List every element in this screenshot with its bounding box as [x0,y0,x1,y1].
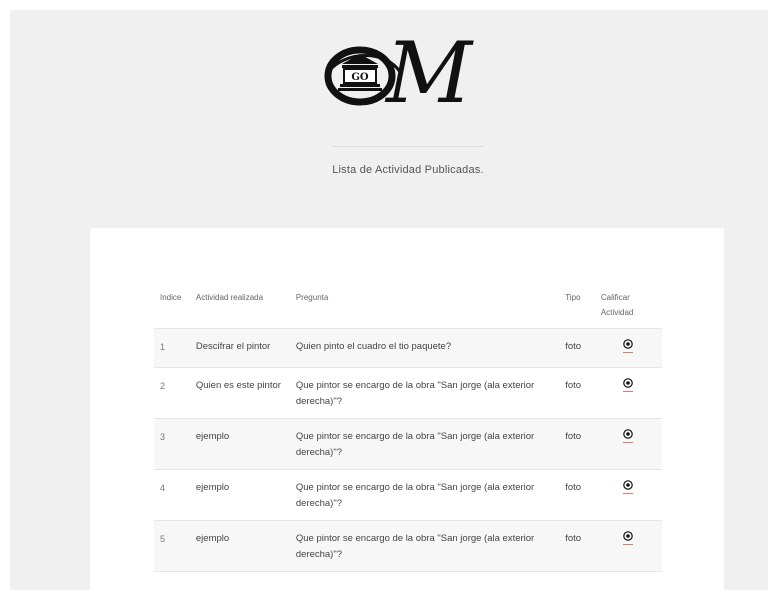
activities-card: Indice Actividad realizada Pregunta Tipo… [90,228,724,600]
logo-letter: M [384,24,474,120]
row-type: foto [559,418,595,470]
column-header-index: Indice [160,293,182,302]
row-activity: ejemplo [189,469,290,521]
row-activity: ejemplo [189,418,290,470]
row-index: 1 [154,328,190,368]
row-activity: Descifrar el pintor [189,328,290,368]
header-divider [332,146,484,147]
row-rate-cell [594,520,662,572]
eye-icon[interactable] [623,531,634,545]
row-index: 4 [154,469,190,521]
row-rate-cell [594,469,662,521]
logo-badge: GO [351,72,369,83]
page-background: GO M Lista de Actividad Publicadas. Indi… [10,10,768,600]
eye-icon[interactable] [623,378,634,392]
row-rate-cell [594,367,662,419]
table-row: 3 ejemplo Que pintor se encargo de la ob… [154,418,662,470]
table-row: 2 Quien es este pintor Que pintor se enc… [154,367,662,419]
row-activity: Quien es este pintor [189,367,290,419]
row-index: 5 [154,520,190,572]
column-header-type: Tipo [565,293,581,302]
column-header-rate: Calificar Actividad [600,293,634,317]
row-question: Que pintor se encargo de la obra "San jo… [289,520,560,572]
row-question: Que pintor se encargo de la obra "San jo… [289,418,560,470]
eye-icon[interactable] [623,339,634,353]
column-header-activity: Actividad realizada [195,293,264,302]
row-rate-cell [594,418,662,470]
activities-table: Indice Actividad realizada Pregunta Tipo… [154,290,662,572]
row-index: 2 [154,367,190,419]
row-activity: ejemplo [189,520,290,572]
table-row: 1 Descifrar el pintor Quien pinto el cua… [154,328,662,368]
row-type: foto [559,469,595,521]
column-header-question: Pregunta [295,293,329,302]
row-type: foto [559,367,595,419]
row-type: foto [559,328,595,368]
eye-icon[interactable] [623,429,634,443]
row-question: Que pintor se encargo de la obra "San jo… [289,469,560,521]
table-row: 5 ejemplo Que pintor se encargo de la ob… [154,520,662,572]
row-type: foto [559,520,595,572]
page-subtitle: Lista de Actividad Publicadas. [332,164,484,176]
site-logo[interactable]: GO M [316,20,492,122]
row-question: Quien pinto el cuadro el tio paquete? [289,328,560,368]
table-header-row: Indice Actividad realizada Pregunta Tipo… [154,290,662,329]
eye-icon[interactable] [623,480,634,494]
row-index: 3 [154,418,190,470]
row-question: Que pintor se encargo de la obra "San jo… [289,367,560,419]
row-rate-cell [594,328,662,368]
table-row: 4 ejemplo Que pintor se encargo de la ob… [154,469,662,521]
